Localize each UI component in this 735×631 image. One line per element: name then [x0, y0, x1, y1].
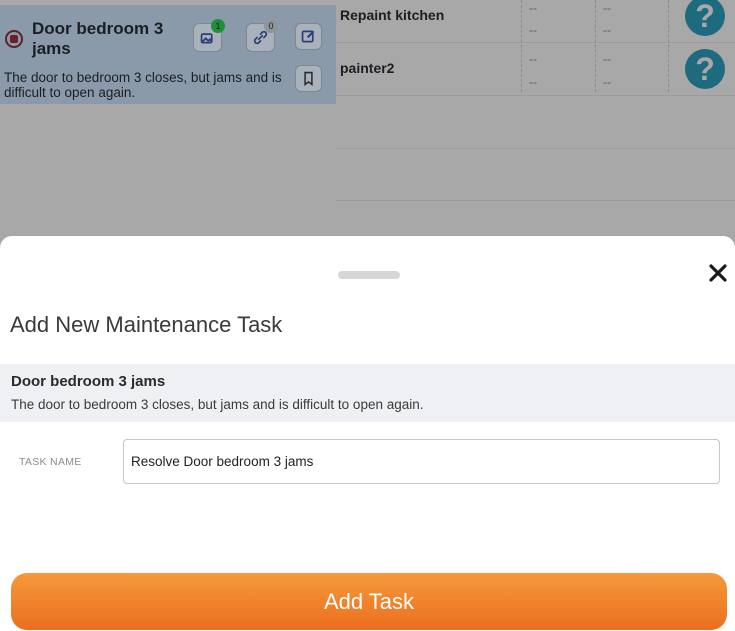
task-row-value: -- — [603, 52, 611, 66]
stop-circle-icon[interactable] — [5, 30, 23, 48]
help-button[interactable]: ? — [685, 49, 725, 89]
add-task-sheet: Add New Maintenance Task Door bedroom 3 … — [0, 236, 735, 631]
task-row-value: -- — [529, 75, 537, 89]
row-divider — [336, 200, 735, 201]
row-divider — [336, 42, 735, 43]
add-task-button[interactable]: Add Task — [11, 573, 727, 630]
issue-summary: Door bedroom 3 jams The door to bedroom … — [0, 364, 735, 422]
sheet-title: Add New Maintenance Task — [10, 312, 283, 337]
column-divider — [595, 0, 596, 92]
task-row-value: -- — [529, 23, 537, 37]
task-row-name: Repaint kitchen — [340, 7, 445, 23]
task-row-name: painter2 — [340, 60, 395, 76]
row-divider — [336, 148, 735, 149]
task-row-value: -- — [603, 23, 611, 37]
task-row-value: -- — [603, 75, 611, 89]
edit-button[interactable] — [295, 23, 322, 50]
bookmark-button[interactable] — [295, 65, 322, 92]
edit-icon — [301, 30, 315, 43]
issue-card[interactable]: Door bedroom 3 jams 1 0 The door to bedr… — [0, 5, 336, 104]
bookmark-icon — [304, 71, 313, 86]
close-icon — [709, 264, 727, 282]
close-button[interactable] — [706, 261, 730, 285]
links-button[interactable]: 0 — [246, 19, 278, 52]
issue-summary-description: The door to bedroom 3 closes, but jams a… — [11, 397, 424, 412]
links-count-badge: 0 — [264, 19, 278, 33]
sheet-grabber[interactable] — [338, 271, 400, 279]
column-divider — [668, 0, 669, 92]
issue-summary-title: Door bedroom 3 jams — [11, 373, 166, 390]
photos-button[interactable]: 1 — [193, 19, 225, 52]
task-row-value: -- — [529, 1, 537, 15]
task-row-value: -- — [603, 1, 611, 15]
column-divider — [521, 0, 522, 92]
issue-title: Door bedroom 3 jams — [32, 19, 164, 58]
photos-count-badge: 1 — [211, 19, 225, 33]
row-divider — [336, 95, 735, 96]
task-name-input[interactable] — [123, 439, 720, 484]
issue-description: The door to bedroom 3 closes, but jams a… — [4, 70, 282, 100]
task-row-value: -- — [529, 52, 537, 66]
task-name-label: TASK NAME — [19, 456, 82, 468]
